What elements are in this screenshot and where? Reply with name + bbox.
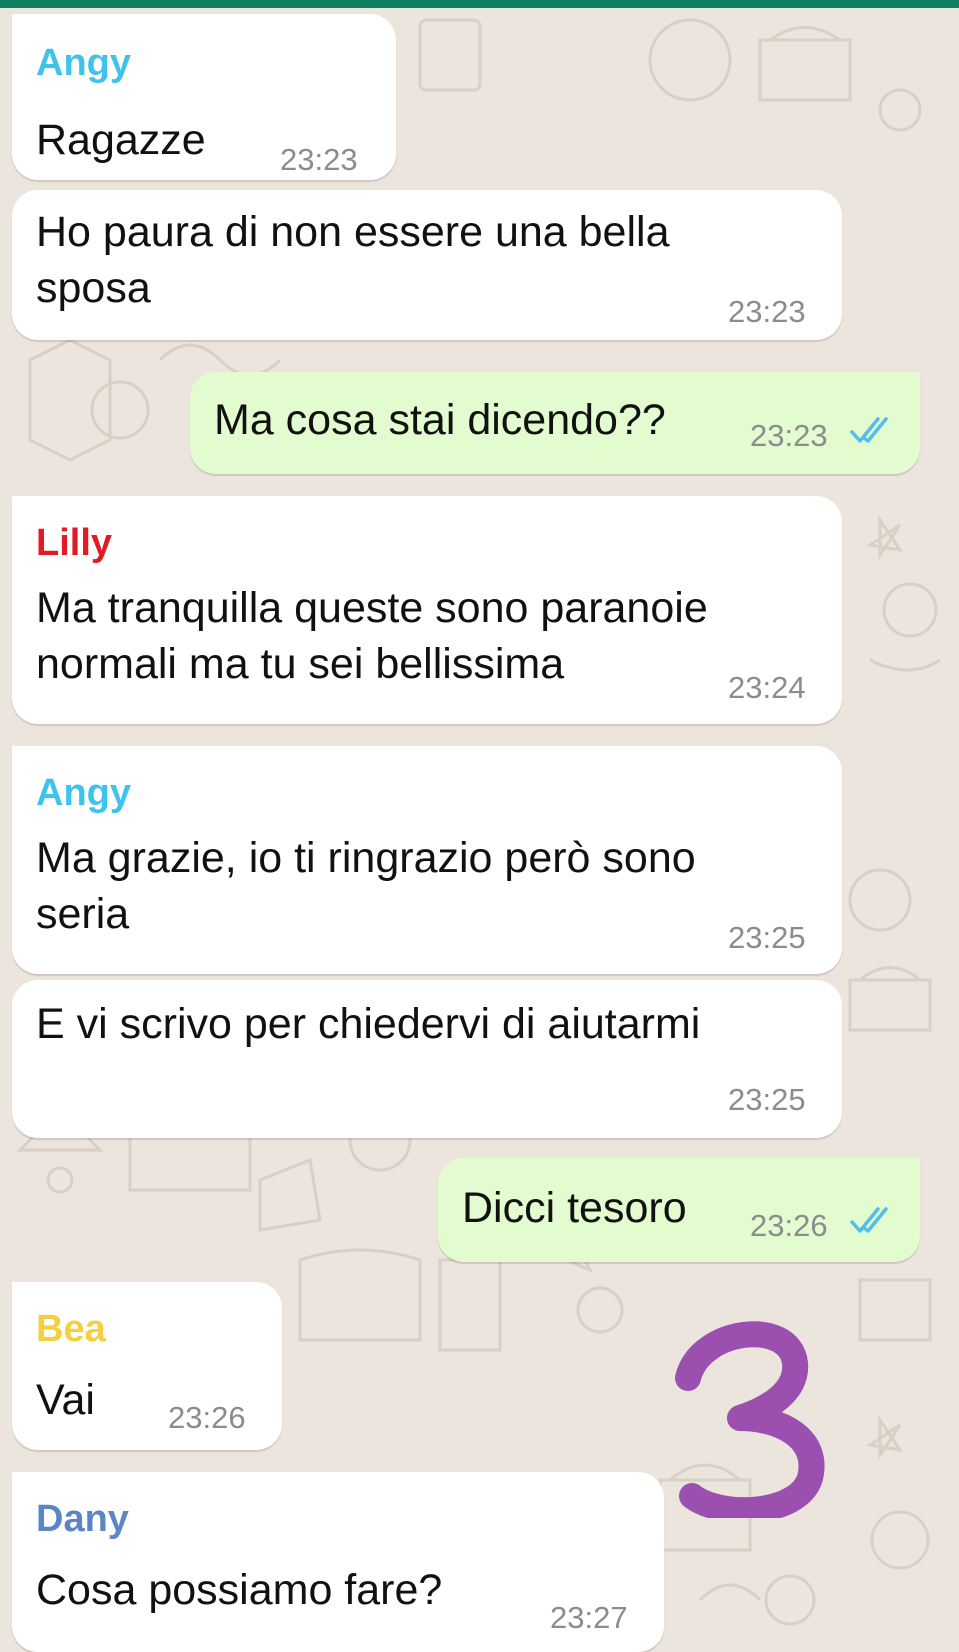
handwritten-number-sticker	[670, 1318, 840, 1524]
double-check-read-icon	[848, 416, 894, 446]
message-timestamp: 23:24	[728, 670, 806, 705]
message-text: Ma cosa stai dicendo??	[214, 396, 666, 444]
message-text-line-2: sposa	[36, 264, 151, 312]
message-timestamp: 23:26	[750, 1208, 828, 1243]
message-bubble[interactable]: Ho paura di non essere una bella sposa 2…	[12, 190, 842, 340]
message-timestamp: 23:23	[750, 418, 828, 453]
message-bubble[interactable]: Dany Cosa possiamo fare? 23:27	[12, 1472, 664, 1652]
message-bubble[interactable]: Angy Ma grazie, io ti ringrazio però son…	[12, 746, 842, 974]
message-text-line-2: seria	[36, 890, 130, 938]
message-bubble-outgoing[interactable]: Dicci tesoro 23:26	[438, 1158, 920, 1262]
sender-name: Angy	[36, 42, 131, 84]
message-bubble[interactable]: Bea Vai 23:26	[12, 1282, 282, 1450]
message-text-line-1: Ma tranquilla queste sono paranoie	[36, 584, 708, 632]
message-text-line-1: Ho paura di non essere una bella	[36, 208, 670, 256]
message-timestamp: 23:23	[728, 294, 806, 329]
message-text: E vi scrivo per chiedervi di aiutarmi	[36, 1000, 701, 1048]
message-text-line-1: Ma grazie, io ti ringrazio però sono	[36, 834, 696, 882]
message-text: Dicci tesoro	[462, 1184, 687, 1232]
message-timestamp: 23:27	[550, 1600, 628, 1635]
message-bubble[interactable]: Angy Ragazze 23:23	[12, 14, 396, 180]
message-timestamp: 23:25	[728, 1082, 806, 1117]
message-timestamp: 23:23	[280, 142, 358, 177]
sender-name: Lilly	[36, 522, 113, 564]
sender-name: Angy	[36, 772, 131, 814]
message-text: Vai	[36, 1376, 95, 1424]
message-text-line-2: normali ma tu sei bellissima	[36, 640, 565, 688]
message-timestamp: 23:26	[168, 1400, 246, 1435]
message-bubble[interactable]: Lilly Ma tranquilla queste sono paranoie…	[12, 496, 842, 724]
sender-name: Dany	[36, 1498, 129, 1540]
message-timestamp: 23:25	[728, 920, 806, 955]
sender-name: Bea	[36, 1308, 106, 1350]
message-bubble-outgoing[interactable]: Ma cosa stai dicendo?? 23:23	[190, 372, 920, 474]
double-check-read-icon	[848, 1206, 894, 1236]
message-bubble[interactable]: E vi scrivo per chiedervi di aiutarmi 23…	[12, 980, 842, 1138]
message-text: Ragazze	[36, 116, 206, 164]
message-text: Cosa possiamo fare?	[36, 1566, 443, 1614]
